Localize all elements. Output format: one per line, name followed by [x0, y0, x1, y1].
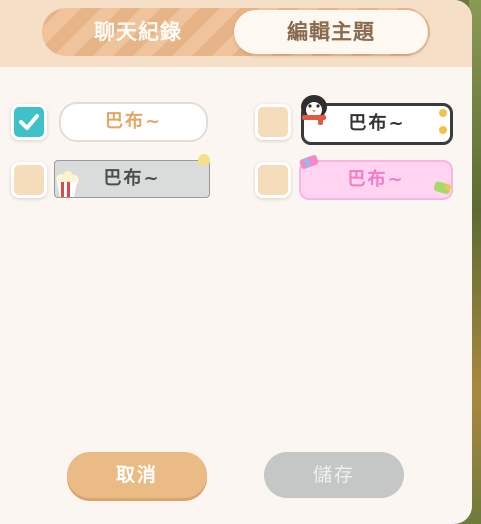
theme-bubble-plain[interactable]: 巴布~ — [59, 102, 208, 142]
theme-checkbox-1[interactable] — [11, 104, 47, 140]
tab-bar: 聊天紀錄 編輯主題 — [42, 8, 430, 56]
star-sticker-icon — [439, 109, 447, 134]
cancel-button[interactable]: 取消 — [67, 452, 207, 498]
penguin-icon — [301, 95, 327, 125]
theme-editor-panel: 聊天紀錄 編輯主題 巴布~ 巴布~ 巴布~ 巴布~ 取消 儲存 — [0, 0, 472, 524]
tab-chat-history[interactable]: 聊天紀錄 — [42, 8, 234, 56]
checkmark-icon — [19, 114, 39, 130]
theme-checkbox-2[interactable] — [255, 104, 291, 140]
tab-edit-theme[interactable]: 編輯主題 — [234, 10, 428, 54]
theme-checkbox-3[interactable] — [11, 162, 47, 198]
popcorn-icon — [56, 171, 79, 197]
theme-bubble-pink[interactable]: 巴布~ — [299, 160, 453, 200]
save-button[interactable]: 儲存 — [264, 452, 404, 498]
candy-sticker-icon — [433, 181, 451, 195]
candy-icon — [299, 155, 319, 169]
panel-header: 聊天紀錄 編輯主題 — [0, 0, 472, 67]
theme-checkbox-4[interactable] — [255, 162, 291, 198]
sparkle-icon — [198, 154, 210, 166]
